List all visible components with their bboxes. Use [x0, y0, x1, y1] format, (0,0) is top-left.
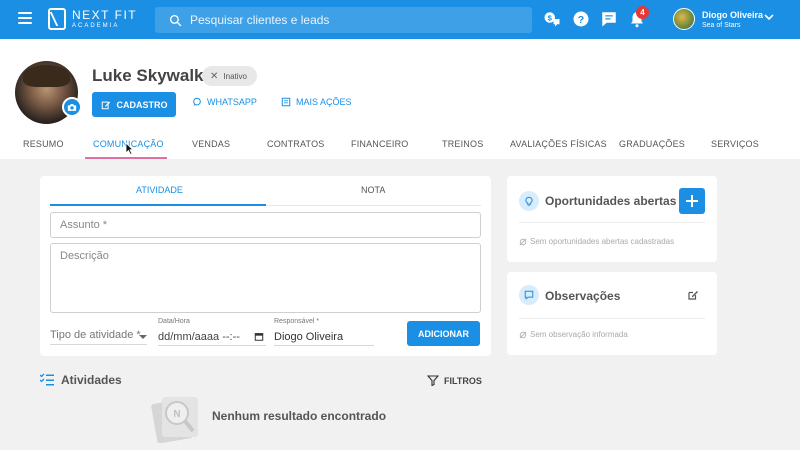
logo-line1: NEXT FIT	[72, 8, 138, 22]
user-avatar[interactable]	[673, 8, 695, 30]
svg-text:?: ?	[578, 14, 584, 26]
client-name: Luke Skywalker	[92, 66, 220, 85]
lightbulb-icon	[519, 191, 539, 211]
filter-icon	[427, 375, 439, 386]
opportunities-card: Oportunidades abertas Sem oportunidades …	[507, 176, 717, 262]
status-label: Inativo	[223, 71, 247, 81]
search-icon	[169, 14, 182, 26]
plus-icon	[686, 195, 698, 207]
profile-header: Luke Skywalker ✕ Inativo CADASTRO WHATSA…	[0, 39, 800, 159]
logo-line2: ACADEMIA	[72, 23, 120, 29]
activity-form-card: ATIVIDADE NOTA Tipo de atividade * Data/…	[40, 176, 491, 356]
add-opportunity-button[interactable]	[679, 188, 705, 214]
chevron-down-icon[interactable]	[764, 14, 774, 21]
menu-icon[interactable]	[18, 12, 32, 24]
profile-tabs: RESUMO COMUNICAÇÃO VENDAS CONTRATOS FINA…	[0, 134, 800, 159]
empty-results-message: Nenhum resultado encontrado	[212, 409, 387, 423]
calendar-icon[interactable]	[254, 331, 264, 342]
tab-atividade[interactable]: ATIVIDADE	[136, 185, 183, 195]
tab-resumo[interactable]: RESUMO	[23, 139, 64, 149]
search-input[interactable]	[190, 13, 510, 27]
messages-icon[interactable]	[600, 10, 618, 28]
edit-icon	[101, 101, 110, 109]
observations-empty: Sem observação informada	[519, 330, 628, 339]
empty-search-illustration-icon: N	[151, 397, 198, 443]
svg-text:N: N	[173, 409, 180, 420]
empty-set-icon	[519, 331, 527, 338]
checklist-icon	[40, 373, 54, 386]
filters-button[interactable]: FILTROS	[427, 375, 482, 386]
whatsapp-label: WHATSAPP	[207, 97, 257, 107]
top-bar: NEXT FIT ACADEMIA $ ? 4 Diogo Oliveira S…	[0, 0, 800, 39]
assunto-field[interactable]	[50, 212, 481, 238]
dropdown-caret-icon	[139, 335, 147, 339]
tab-servicos[interactable]: SERVIÇOS	[711, 139, 759, 149]
list-icon	[281, 97, 291, 107]
observations-card: Observações Sem observação informada	[507, 272, 717, 355]
user-name[interactable]: Diogo Oliveira	[702, 10, 763, 20]
data-hora-underline	[158, 345, 266, 346]
camera-button[interactable]	[62, 97, 82, 117]
observations-title: Observações	[545, 289, 621, 303]
notification-badge: 4	[636, 6, 649, 19]
cadastro-button[interactable]: CADASTRO	[92, 92, 176, 117]
mouse-cursor-icon	[125, 142, 134, 155]
note-icon	[519, 285, 539, 305]
data-hora-field[interactable]: dd/mm/aaaa --:--	[158, 331, 240, 343]
empty-set-icon	[519, 238, 527, 245]
filters-label: FILTROS	[444, 375, 482, 386]
descricao-field[interactable]	[50, 243, 481, 313]
whatsapp-icon	[193, 97, 201, 107]
opportunities-title: Oportunidades abertas	[545, 194, 677, 208]
responsavel-label: Responsável *	[274, 318, 320, 325]
close-icon: ✕	[210, 70, 219, 82]
status-badge: ✕ Inativo	[202, 66, 257, 86]
responsavel-underline	[274, 345, 374, 346]
camera-icon	[67, 103, 77, 111]
whatsapp-button[interactable]: WHATSAPP	[192, 97, 257, 107]
active-tab-indicator	[85, 157, 167, 159]
app-logo[interactable]: NEXT FIT ACADEMIA	[48, 8, 137, 30]
tab-graduacoes[interactable]: GRADUAÇÕES	[619, 139, 685, 149]
adicionar-button[interactable]: ADICIONAR	[407, 321, 480, 346]
search-bar[interactable]	[155, 7, 532, 33]
activities-title: Atividades	[61, 373, 122, 387]
tab-contratos[interactable]: CONTRATOS	[267, 139, 324, 149]
tab-treinos[interactable]: TREINOS	[442, 139, 483, 149]
more-actions-label: MAIS AÇÕES	[296, 97, 352, 107]
opportunities-divider	[519, 222, 705, 223]
tab-vendas[interactable]: VENDAS	[192, 139, 230, 149]
active-subtab-indicator	[50, 204, 266, 206]
help-icon[interactable]: ?	[572, 10, 590, 28]
cadastro-label: CADASTRO	[116, 99, 168, 110]
opportunities-empty: Sem oportunidades abertas cadastradas	[519, 237, 674, 246]
tab-nota[interactable]: NOTA	[361, 185, 385, 195]
pricing-chat-icon[interactable]: $	[543, 10, 561, 28]
user-subtitle: Sea of Stars	[702, 22, 741, 29]
more-actions-button[interactable]: MAIS AÇÕES	[281, 97, 352, 107]
observations-empty-label: Sem observação informada	[530, 330, 628, 339]
edit-icon[interactable]	[687, 289, 699, 301]
observations-divider	[519, 318, 705, 319]
tab-avaliacoes[interactable]: AVALIAÇÕES FÍSICAS	[510, 139, 607, 149]
data-hora-label: Data/Hora	[158, 318, 190, 325]
tipo-atividade-placeholder: Tipo de atividade *	[50, 329, 141, 341]
opportunities-empty-label: Sem oportunidades abertas cadastradas	[530, 237, 675, 246]
responsavel-field[interactable]: Diogo Oliveira	[274, 331, 343, 343]
logo-mark	[48, 8, 66, 30]
tipo-atividade-select[interactable]: Tipo de atividade *	[50, 329, 147, 345]
tab-financeiro[interactable]: FINANCEIRO	[351, 139, 409, 149]
